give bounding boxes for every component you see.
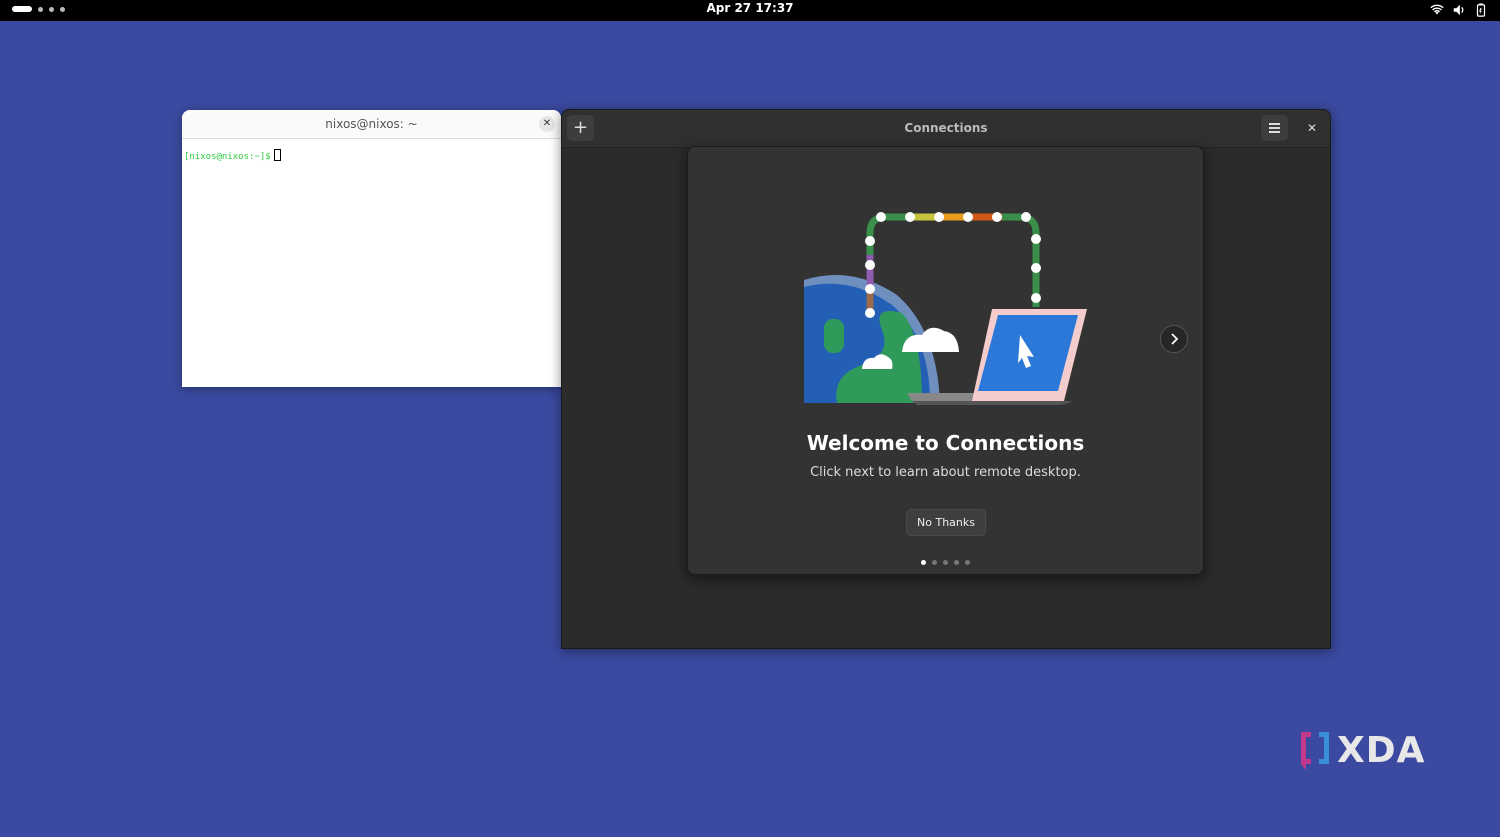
close-icon[interactable]: ✕ bbox=[539, 116, 555, 132]
terminal-title: nixos@nixos: ~ bbox=[325, 117, 418, 131]
page-indicator[interactable] bbox=[688, 560, 1203, 565]
close-icon[interactable]: ✕ bbox=[1304, 120, 1320, 136]
hamburger-icon bbox=[1269, 123, 1280, 125]
welcome-subtitle: Click next to learn about remote desktop… bbox=[810, 465, 1081, 480]
volume-icon[interactable] bbox=[1452, 3, 1466, 17]
text-cursor bbox=[273, 149, 281, 161]
welcome-title: Welcome to Connections bbox=[806, 431, 1085, 455]
window-title: Connections bbox=[904, 121, 988, 135]
next-page-button[interactable] bbox=[1160, 325, 1188, 353]
xda-watermark: XDA bbox=[1297, 728, 1426, 772]
top-bar: Apr 27 17:37 bbox=[0, 0, 1500, 21]
page-dot[interactable] bbox=[965, 560, 970, 565]
active-workspace[interactable] bbox=[12, 6, 32, 12]
remote-desktop-illustration bbox=[804, 212, 1087, 405]
wifi-icon[interactable] bbox=[1430, 3, 1444, 17]
workspace-indicator[interactable] bbox=[12, 6, 65, 12]
xda-logo-icon bbox=[1301, 732, 1329, 770]
chevron-right-icon bbox=[1171, 333, 1179, 345]
workspace-dot[interactable] bbox=[38, 6, 43, 12]
main-menu-button[interactable] bbox=[1261, 115, 1288, 141]
terminal-content[interactable]: [nixos@nixos:~]$ bbox=[182, 139, 561, 172]
xda-text: XDA bbox=[1337, 729, 1426, 771]
no-thanks-button[interactable]: No Thanks bbox=[906, 509, 986, 536]
hamburger-icon bbox=[1269, 131, 1280, 133]
page-dot-active[interactable] bbox=[921, 560, 926, 565]
clock[interactable]: Apr 27 17:37 bbox=[706, 1, 793, 15]
battery-icon[interactable] bbox=[1474, 3, 1488, 17]
welcome-dialog: Welcome to Connections Click next to lea… bbox=[687, 146, 1204, 575]
system-tray[interactable] bbox=[1430, 3, 1488, 17]
workspace-dot[interactable] bbox=[49, 6, 54, 12]
page-dot[interactable] bbox=[943, 560, 948, 565]
terminal-window[interactable]: nixos@nixos: ~ ✕ [nixos@nixos:~]$ bbox=[182, 110, 561, 387]
workspace-dot[interactable] bbox=[60, 6, 65, 12]
terminal-titlebar[interactable]: nixos@nixos: ~ ✕ bbox=[182, 110, 561, 139]
shell-prompt: [nixos@nixos:~]$ bbox=[184, 152, 271, 162]
page-dot[interactable] bbox=[954, 560, 959, 565]
page-dot[interactable] bbox=[932, 560, 937, 565]
hamburger-icon bbox=[1269, 127, 1280, 129]
connections-headerbar[interactable]: + Connections ✕ bbox=[562, 110, 1330, 148]
